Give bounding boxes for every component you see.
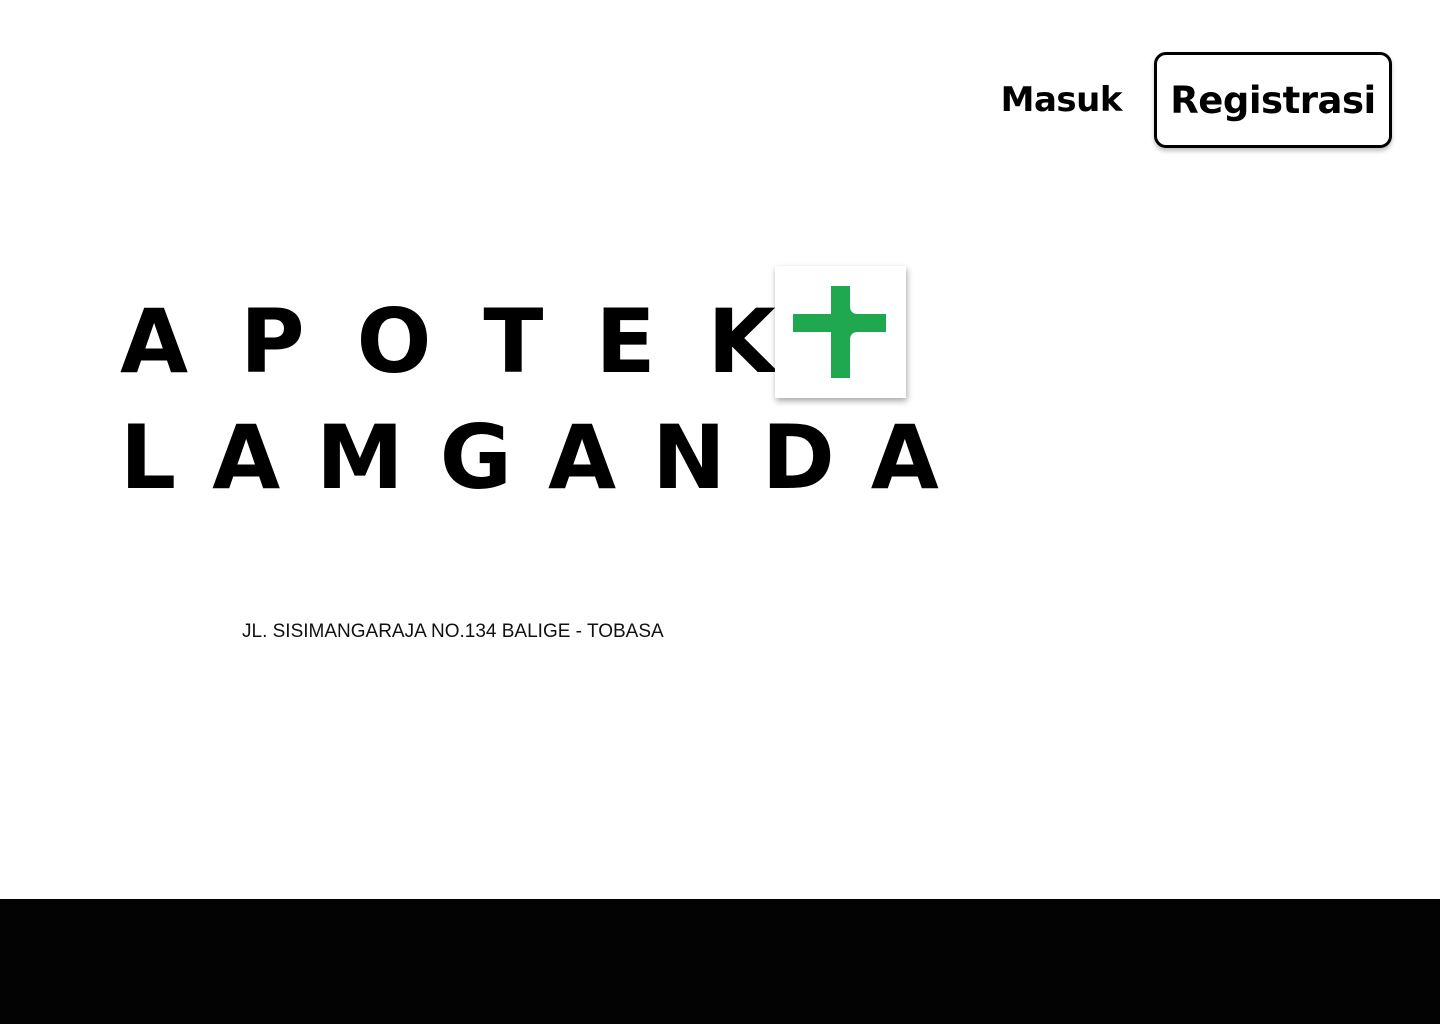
logo-text-line-2: LAMGANDA [120, 406, 975, 509]
landing-page: Masuk Registrasi APOTEK LAMGANDA JL. SIS… [0, 0, 1440, 1024]
logo-text-line-1: APOTEK [120, 290, 828, 393]
login-link[interactable]: Masuk [1001, 80, 1123, 120]
store-address: JL. SISIMANGARAJA NO.134 BALIGE - TOBASA [242, 621, 664, 642]
register-button[interactable]: Registrasi [1154, 52, 1392, 148]
top-navigation: Masuk Registrasi [1001, 52, 1392, 148]
apotek-lamganda-logo: APOTEK LAMGANDA [120, 266, 939, 502]
green-plus-icon [775, 266, 906, 398]
footer-bar [0, 899, 1440, 1024]
